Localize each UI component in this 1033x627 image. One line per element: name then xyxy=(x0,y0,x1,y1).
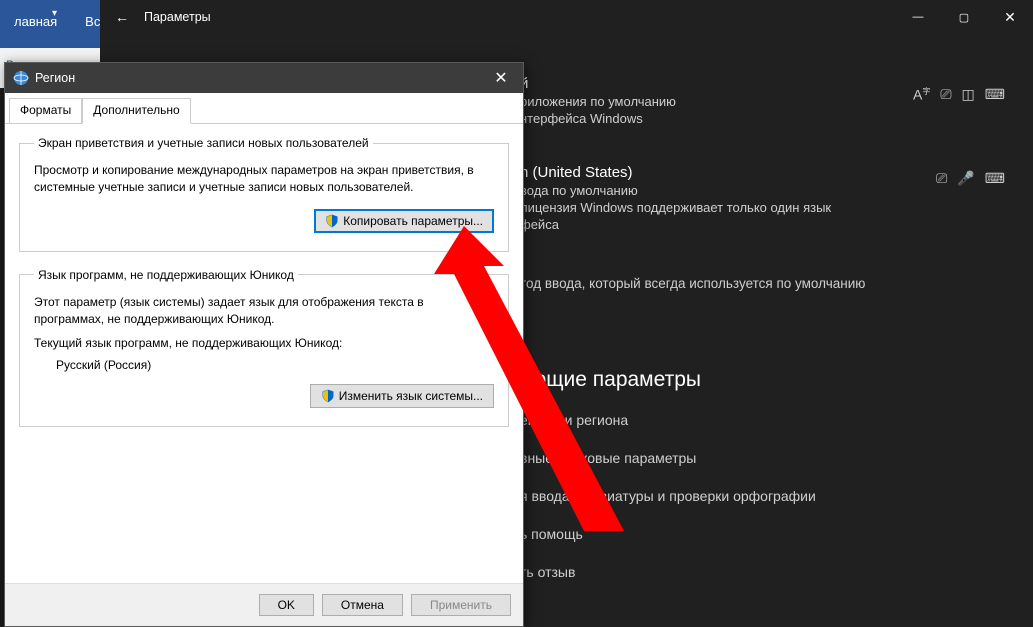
welcome-screen-text: Просмотр и копирование международных пар… xyxy=(34,162,494,197)
region-tabstrip: Форматы Дополнительно xyxy=(5,93,523,124)
non-unicode-legend: Язык программ, не поддерживающих Юникод xyxy=(34,268,298,282)
related-link-datetime[interactable]: емени и региона xyxy=(520,412,816,428)
change-system-locale-button[interactable]: Изменить язык системы... xyxy=(310,384,494,408)
globe-icon xyxy=(13,70,29,86)
copy-settings-button[interactable]: Копировать параметры... xyxy=(314,209,494,233)
region-footer: OK Отмена Применить xyxy=(5,583,523,626)
handwriting-icon: ⌨ xyxy=(985,86,1005,103)
region-dialog: Регион ✕ Форматы Дополнительно Экран при… xyxy=(4,62,524,627)
language-feature-icons-2: ⎚ 🎤 ⌨ xyxy=(936,170,1005,187)
current-lang-value: Русский (Россия) xyxy=(34,358,494,372)
related-section: ующие параметры емени и региона вные язы… xyxy=(520,368,816,602)
related-title: ующие параметры xyxy=(520,368,816,392)
related-link-input[interactable]: я ввода, клавиатуры и проверки орфографи… xyxy=(520,488,816,504)
welcome-screen-group: Экран приветствия и учетные записи новых… xyxy=(19,136,509,252)
region-body: Экран приветствия и учетные записи новых… xyxy=(5,124,523,583)
text-to-speech-icon: ⎚ xyxy=(940,86,951,103)
keyboard-icon: ⌨ xyxy=(985,170,1005,187)
tab-advanced[interactable]: Дополнительно xyxy=(82,98,190,124)
language-feature-icons-1: A字 ⎚ ◫ ⌨ xyxy=(913,86,1005,103)
font-icon: A字 xyxy=(913,86,930,103)
dropdown-icon[interactable]: ▾ xyxy=(52,8,57,19)
apply-button[interactable]: Применить xyxy=(411,594,511,616)
settings-title: Параметры xyxy=(144,10,211,24)
region-titlebar: Регион ✕ xyxy=(5,63,523,93)
shield-icon xyxy=(321,389,335,403)
language-desc-2: нтерфейса Windows xyxy=(520,111,1013,126)
tab-formats[interactable]: Форматы xyxy=(9,98,82,124)
region-title: Регион xyxy=(35,71,75,85)
region-close-button[interactable]: ✕ xyxy=(479,63,523,93)
language-desc-2b: лицензия Windows поддерживает только оди… xyxy=(520,200,1013,215)
text-to-speech-icon: ⎚ xyxy=(936,170,947,187)
related-link-help[interactable]: ь помощь xyxy=(520,526,816,542)
speech-icon: ◫ xyxy=(962,86,975,103)
language-desc-2c: фейса xyxy=(520,217,1013,232)
related-link-feedback[interactable]: ть отзыв xyxy=(520,564,816,580)
ok-button[interactable]: OK xyxy=(259,594,314,616)
shield-icon xyxy=(325,214,339,228)
non-unicode-text: Этот параметр (язык системы) задает язык… xyxy=(34,294,494,329)
minimize-button[interactable]: — xyxy=(895,0,941,34)
current-lang-label: Текущий язык программ, не поддерживающих… xyxy=(34,335,494,352)
cancel-button[interactable]: Отмена xyxy=(322,594,403,616)
welcome-screen-legend: Экран приветствия и учетные записи новых… xyxy=(34,136,373,150)
back-button[interactable]: ← xyxy=(100,9,144,25)
close-button[interactable]: ✕ xyxy=(987,0,1033,34)
related-link-admin-lang[interactable]: вные языковые параметры xyxy=(520,450,816,466)
change-system-locale-label: Изменить язык системы... xyxy=(339,389,483,403)
default-input-note: тод ввода, который всегда используется п… xyxy=(520,276,1013,291)
copy-settings-label: Копировать параметры... xyxy=(343,214,483,228)
non-unicode-group: Язык программ, не поддерживающих Юникод … xyxy=(19,268,509,427)
settings-titlebar: ← Параметры — ▢ ✕ xyxy=(100,0,1033,34)
speech-icon: 🎤 xyxy=(957,170,974,187)
maximize-button[interactable]: ▢ xyxy=(941,0,987,34)
office-tab-home[interactable]: лавная xyxy=(0,0,71,48)
